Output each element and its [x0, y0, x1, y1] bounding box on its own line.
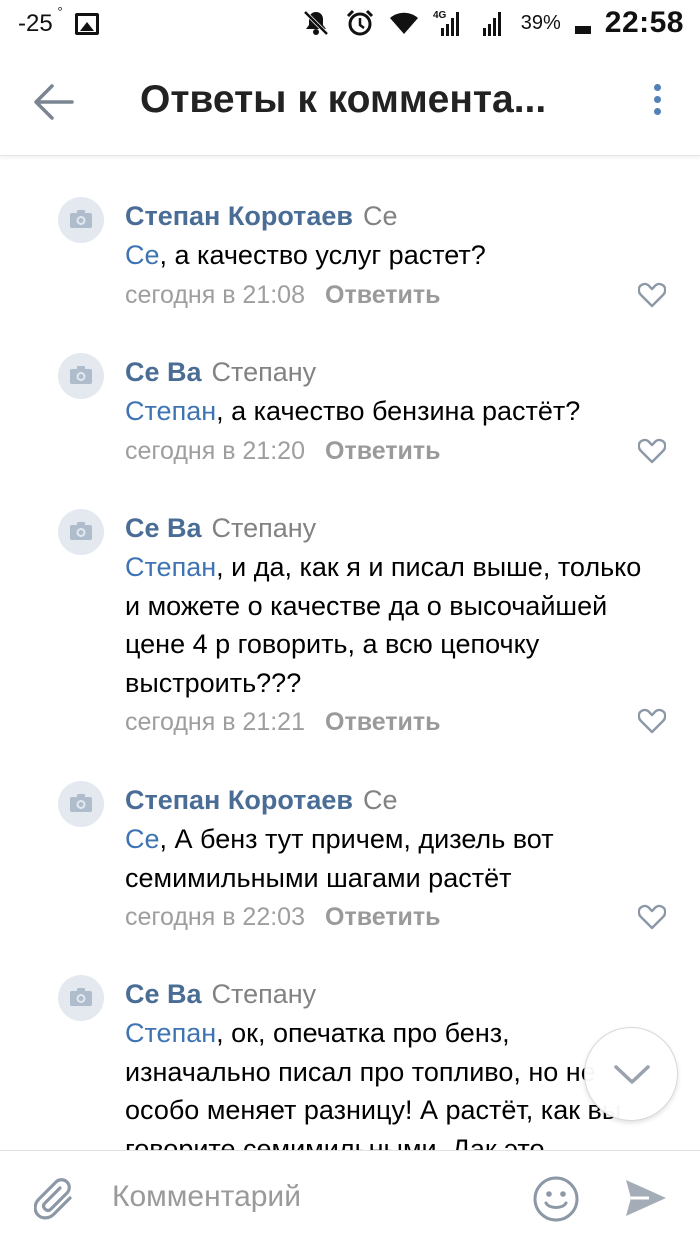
battery-percent: 39% — [520, 11, 561, 34]
comment-text: Степан, а качество бензина растёт? — [125, 392, 645, 431]
camera-icon — [70, 988, 92, 1006]
mute-icon — [303, 10, 329, 36]
avatar[interactable] — [58, 197, 104, 243]
comments-list[interactable]: Степан Коротаев Се Се, а качество услуг р… — [0, 157, 700, 1150]
reply-button[interactable]: Ответить — [325, 281, 441, 309]
temperature: -25 ° — [18, 4, 63, 38]
avatar[interactable] — [58, 353, 104, 399]
comment-reply-to: Степану — [211, 357, 317, 387]
comment-message: , а качество бензина растёт? — [216, 396, 581, 426]
comment-message: , А бенз тут причем, дизель вот семимиль… — [125, 824, 554, 893]
comment-mention[interactable]: Степан — [125, 552, 216, 582]
scroll-down-button[interactable] — [584, 1027, 678, 1121]
comment-reply-to: Се — [363, 785, 398, 815]
comment-mention[interactable]: Се — [125, 240, 160, 270]
signal-4g-icon: 4G — [433, 10, 459, 36]
reply-button[interactable]: Ответить — [325, 708, 441, 736]
heart-icon[interactable] — [638, 904, 666, 930]
arrow-left-icon[interactable] — [30, 80, 78, 124]
image-icon — [74, 13, 99, 35]
battery-icon — [574, 26, 591, 34]
comment-author[interactable]: Се Ва — [125, 513, 202, 543]
comment-text: Степан, ок, опечатка про бенз, изначальн… — [125, 1014, 645, 1150]
status-bar: -25 ° 4G 39% 22:58 — [0, 0, 700, 50]
comment-time: сегодня в 21:20 — [125, 436, 305, 465]
app-header: Ответы к коммента... — [0, 50, 700, 156]
send-icon[interactable] — [624, 1177, 668, 1219]
svg-text:4G: 4G — [433, 10, 447, 21]
clock: 22:58 — [604, 6, 684, 39]
comment-author[interactable]: Се Ва — [125, 979, 202, 1009]
comment-mention[interactable]: Степан — [125, 1018, 216, 1048]
avatar[interactable] — [58, 781, 104, 827]
heart-icon[interactable] — [638, 438, 666, 464]
camera-icon — [70, 522, 92, 540]
heart-icon[interactable] — [638, 708, 666, 734]
smile-icon[interactable] — [532, 1175, 580, 1223]
camera-icon — [70, 794, 92, 812]
comment-message: , а качество услуг растет? — [159, 240, 486, 270]
comment-composer — [0, 1150, 700, 1244]
avatar[interactable] — [58, 975, 104, 1021]
comment-text: Се, А бенз тут причем, дизель вот семими… — [125, 820, 645, 897]
comment-time: сегодня в 21:08 — [125, 280, 305, 309]
page-title: Ответы к коммента... — [140, 78, 547, 121]
comment-time: сегодня в 21:21 — [125, 708, 305, 736]
signal-icon — [482, 12, 501, 36]
heart-icon[interactable] — [638, 282, 666, 308]
avatar[interactable] — [58, 509, 104, 555]
comment-reply-to: Степану — [211, 513, 317, 543]
more-vertical-icon[interactable] — [652, 84, 662, 120]
comment-reply-to: Се — [363, 201, 398, 231]
comment-author[interactable]: Степан Коротаев — [125, 201, 353, 231]
reply-button[interactable]: Ответить — [325, 437, 441, 465]
temperature-value: -25 — [18, 10, 53, 37]
comment-input[interactable] — [112, 1175, 502, 1219]
alarm-icon — [346, 9, 373, 36]
comment-text: Степан, и да, как я и писал выше, только… — [125, 548, 645, 702]
comment-author[interactable]: Се Ва — [125, 357, 202, 387]
degree-sign: ° — [57, 4, 63, 19]
wifi-icon — [389, 12, 418, 34]
comment-author[interactable]: Степан Коротаев — [125, 785, 353, 815]
reply-button[interactable]: Ответить — [325, 903, 441, 931]
comment-mention[interactable]: Се — [125, 824, 160, 854]
comment-reply-to: Степану — [211, 979, 317, 1009]
comment-text: Се, а качество услуг растет? — [125, 236, 645, 275]
paperclip-icon[interactable] — [34, 1177, 76, 1223]
comment-time: сегодня в 22:03 — [125, 903, 305, 931]
camera-icon — [70, 366, 92, 384]
chevron-down-icon — [614, 1065, 650, 1084]
camera-icon — [70, 210, 92, 228]
comment-mention[interactable]: Степан — [125, 396, 216, 426]
